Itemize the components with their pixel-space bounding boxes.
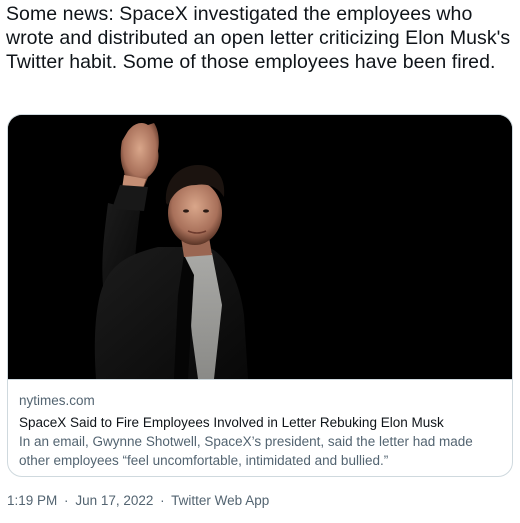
person-waving-photo	[8, 115, 512, 379]
card-meta[interactable]: nytimes.com SpaceX Said to Fire Employee…	[8, 379, 512, 476]
card-title: SpaceX Said to Fire Employees Involved i…	[19, 415, 444, 430]
card-image[interactable]	[8, 115, 512, 379]
link-preview-card[interactable]: nytimes.com SpaceX Said to Fire Employee…	[7, 114, 513, 477]
card-domain: nytimes.com	[19, 393, 95, 408]
separator: ·	[160, 493, 165, 508]
tweet-text: Some news: SpaceX investigated the emplo…	[6, 3, 511, 73]
tweet-date: Jun 17, 2022	[75, 493, 154, 508]
tweet-time: 1:19 PM	[7, 493, 58, 508]
separator: ·	[64, 493, 69, 508]
tweet-metadata: 1:19 PM · Jun 17, 2022 · Twitter Web App	[7, 492, 269, 510]
tweet-source: Twitter Web App	[171, 493, 270, 508]
card-description: In an email, Gwynne Shotwell, SpaceX’s p…	[19, 434, 473, 468]
tweet: Some news: SpaceX investigated the emplo…	[0, 0, 520, 523]
tweet-timestamp-link[interactable]: 1:19 PM · Jun 17, 2022	[7, 493, 153, 508]
